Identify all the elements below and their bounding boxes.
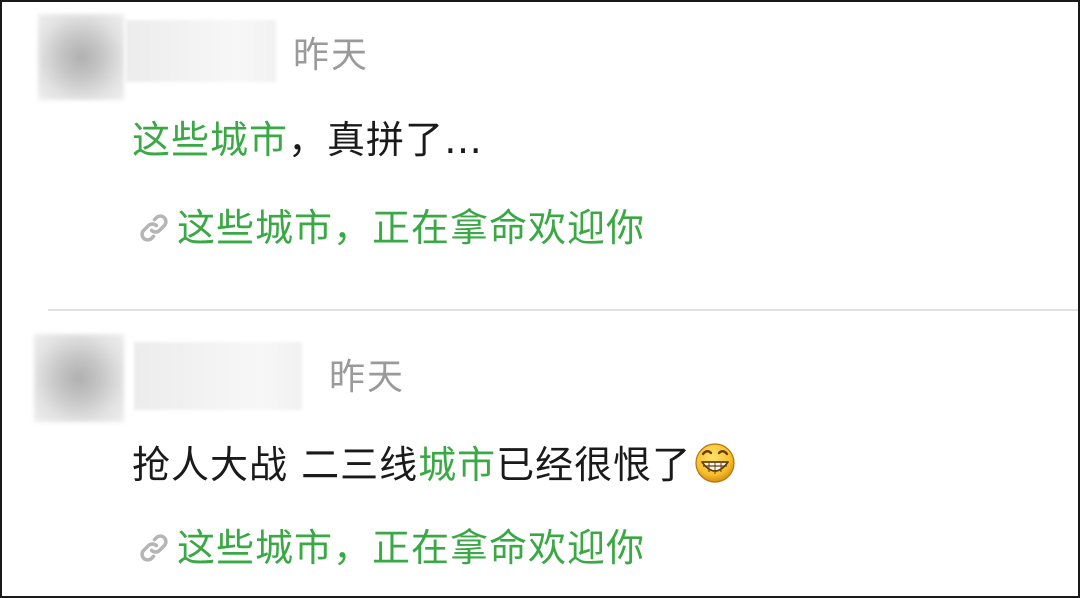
comment-item: 昨天 抢人大战 二三线城市已经很恨了 这些城市，正在拿命欢迎你 — [2, 312, 1078, 596]
comment-item: 昨天 这些城市，真拼了… 这些城市，正在拿命欢迎你 — [2, 2, 1078, 310]
username-blurred[interactable] — [126, 20, 276, 82]
article-link[interactable]: 这些城市，正在拿命欢迎你 — [135, 526, 645, 570]
highlight-text: 城市 — [418, 443, 497, 487]
username-blurred[interactable] — [134, 342, 302, 410]
comment-text: 这些城市，真拼了… — [132, 118, 483, 162]
timestamp: 昨天 — [329, 357, 406, 398]
divider — [48, 309, 1078, 311]
timestamp: 昨天 — [293, 35, 370, 76]
link-title[interactable]: 这些城市，正在拿命欢迎你 — [177, 206, 645, 250]
avatar[interactable] — [38, 14, 124, 100]
comment-text-before: 抢人大战 二三线 — [132, 443, 419, 487]
grinning-face-icon — [695, 443, 735, 483]
highlight-text: 这些城市 — [132, 118, 289, 162]
link-icon — [140, 214, 168, 242]
link-icon — [140, 534, 168, 562]
comment-feed: 昨天 这些城市，真拼了… 这些城市，正在拿命欢迎你 昨天 抢人大战 二三线城市已… — [0, 0, 1080, 598]
comment-text-rest: ，真拼了… — [288, 118, 484, 162]
comment-text-after: 已经很恨了 — [496, 443, 692, 487]
link-title[interactable]: 这些城市，正在拿命欢迎你 — [177, 526, 645, 570]
comment-text: 抢人大战 二三线城市已经很恨了 — [132, 440, 737, 487]
article-link[interactable]: 这些城市，正在拿命欢迎你 — [135, 206, 645, 250]
avatar[interactable] — [34, 334, 124, 422]
